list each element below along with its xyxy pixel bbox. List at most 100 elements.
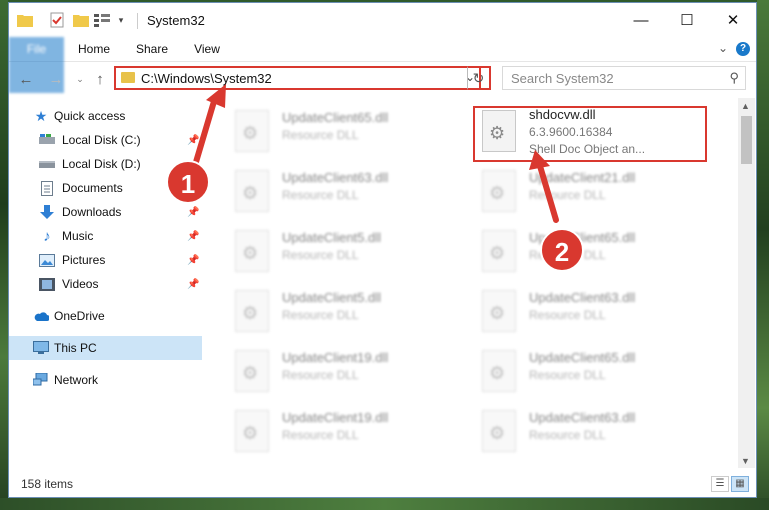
nav-item-label: Documents — [62, 181, 123, 195]
file-name: UpdateClient5.dll — [282, 290, 382, 305]
customize-toolbar-chevron-icon[interactable]: ▾ — [115, 12, 127, 28]
nav-item-label: Downloads — [62, 205, 122, 219]
file-name: UpdateClient19.dll — [282, 410, 389, 425]
nav-item-label: Quick access — [54, 109, 126, 123]
list-item[interactable]: ⚙ UpdateClient5.dll Resource DLL — [227, 224, 467, 280]
list-item[interactable]: ⚙ UpdateClient65.dll Resource DLL — [227, 104, 467, 160]
list-item[interactable]: ⚙ UpdateClient65.dll Resource DLL — [474, 344, 714, 400]
recent-locations-chevron-icon[interactable]: ⌄ — [69, 68, 91, 90]
file-type: Resource DLL — [282, 368, 359, 382]
help-icon[interactable]: ? — [736, 42, 750, 56]
scroll-up-arrow-icon[interactable]: ▲ — [741, 101, 750, 111]
nav-item-downloads[interactable]: Downloads 📌 — [9, 200, 202, 224]
nav-item-this-pc[interactable]: This PC — [9, 336, 202, 360]
dll-file-icon: ⚙ — [482, 350, 516, 392]
nav-item-label: This PC — [54, 341, 97, 355]
refresh-icon[interactable]: ↻ — [467, 66, 491, 90]
properties-icon[interactable] — [49, 12, 65, 28]
file-type: Resource DLL — [282, 428, 359, 442]
tab-view[interactable]: View — [184, 37, 230, 61]
address-bar[interactable]: C:\Windows\System32 ⌄ — [114, 66, 481, 90]
computer-icon — [33, 340, 49, 356]
status-bar: 158 items ☰ ▦ — [9, 471, 756, 497]
file-type: Resource DLL — [529, 368, 606, 382]
title-bar: ▾ System32 — ☐ ✕ — [9, 3, 756, 37]
forward-arrow-icon[interactable]: → — [45, 68, 67, 90]
downloads-icon — [39, 204, 55, 220]
file-type: Resource DLL — [282, 188, 359, 202]
tab-home[interactable]: Home — [69, 37, 119, 61]
pin-icon[interactable]: 📌 — [187, 135, 199, 146]
navigation-bar: ← → ⌄ ↑ C:\Windows\System32 ⌄ ↻ Search S… — [9, 62, 756, 96]
nav-item-label: Network — [54, 373, 99, 387]
large-icons-view-icon[interactable]: ▦ — [731, 476, 749, 492]
list-item[interactable]: ⚙ UpdateClient5.dll Resource DLL — [227, 284, 467, 340]
list-item[interactable]: ⚙ UpdateClient63.dll Resource DLL — [474, 404, 714, 460]
close-button[interactable]: ✕ — [710, 3, 756, 37]
music-icon: ♪ — [43, 227, 51, 245]
dll-file-icon: ⚙ — [482, 230, 516, 272]
search-placeholder: Search System32 — [511, 71, 614, 86]
expand-ribbon-chevron-icon[interactable]: ⌄ — [718, 41, 728, 55]
nav-item-quick-access[interactable]: ★ Quick access — [9, 104, 202, 128]
navigation-pane: ★ Quick access Local Disk (C:) 📌 Local D… — [9, 98, 202, 468]
back-arrow-icon[interactable]: ← — [15, 68, 37, 90]
drive-icon — [39, 132, 55, 148]
scroll-down-arrow-icon[interactable]: ▼ — [741, 456, 750, 466]
details-view-icon[interactable]: ☰ — [711, 476, 729, 492]
star-icon: ★ — [34, 107, 48, 124]
desktop-background-right — [757, 0, 769, 510]
file-explorer-window: ▾ System32 — ☐ ✕ File Home Share View ⌄ … — [8, 2, 757, 498]
network-icon — [33, 372, 49, 388]
cloud-icon — [33, 308, 49, 324]
new-folder-icon[interactable] — [73, 12, 89, 28]
desktop-background-left — [0, 0, 8, 510]
nav-item-onedrive[interactable]: OneDrive — [9, 304, 202, 328]
pin-icon[interactable]: 📌 — [187, 207, 199, 218]
nav-item-local-disk-c[interactable]: Local Disk (C:) 📌 — [9, 128, 202, 152]
view-options-icon[interactable] — [93, 12, 113, 28]
item-count: 158 items — [21, 477, 74, 491]
search-input[interactable]: Search System32 ⚲ — [502, 66, 746, 90]
nav-item-music[interactable]: ♪ Music 📌 — [9, 224, 202, 248]
file-name: UpdateClient63.dll — [282, 170, 389, 185]
documents-icon — [39, 180, 55, 196]
title-separator — [137, 13, 138, 29]
nav-item-pictures[interactable]: Pictures 📌 — [9, 248, 202, 272]
list-item[interactable]: ⚙ UpdateClient19.dll Resource DLL — [227, 344, 467, 400]
file-name: UpdateClient63.dll — [529, 290, 636, 305]
search-icon: ⚲ — [729, 70, 739, 85]
scrollbar-thumb[interactable] — [741, 116, 752, 164]
tab-share[interactable]: Share — [127, 37, 177, 61]
address-path[interactable]: C:\Windows\System32 — [141, 71, 272, 86]
nav-item-label: Local Disk (D:) — [62, 157, 141, 171]
list-item[interactable]: ⚙ UpdateClient65.dll Resource DLL — [474, 224, 714, 280]
up-arrow-icon[interactable]: ↑ — [89, 68, 111, 90]
pictures-icon — [39, 252, 55, 268]
folder-icon[interactable] — [17, 12, 33, 28]
list-item[interactable]: ⚙ UpdateClient19.dll Resource DLL — [227, 404, 467, 460]
list-item[interactable]: ⚙ UpdateClient63.dll Resource DLL — [227, 164, 467, 220]
dll-file-icon: ⚙ — [235, 170, 269, 212]
list-item[interactable]: ⚙ UpdateClient63.dll Resource DLL — [474, 284, 714, 340]
nav-item-label: OneDrive — [54, 309, 105, 323]
nav-item-label: Local Disk (C:) — [62, 133, 141, 147]
pin-icon[interactable]: 📌 — [187, 231, 199, 242]
maximize-button[interactable]: ☐ — [664, 3, 710, 37]
dll-file-icon: ⚙ — [482, 290, 516, 332]
nav-item-videos[interactable]: Videos 📌 — [9, 272, 202, 296]
pin-icon[interactable]: 📌 — [187, 255, 199, 266]
file-name: UpdateClient19.dll — [282, 350, 389, 365]
drive-icon — [39, 156, 55, 172]
minimize-button[interactable]: — — [618, 3, 664, 37]
dll-file-icon: ⚙ — [482, 410, 516, 452]
nav-item-label: Videos — [62, 277, 99, 291]
nav-item-network[interactable]: Network — [9, 368, 202, 392]
file-type: Resource DLL — [529, 188, 606, 202]
vertical-scrollbar[interactable]: ▲ ▼ — [738, 98, 755, 468]
list-item[interactable]: ⚙ UpdateClient21.dll Resource DLL — [474, 164, 714, 220]
pin-icon[interactable]: 📌 — [187, 279, 199, 290]
dll-file-icon: ⚙ — [235, 110, 269, 152]
file-highlight-box — [473, 106, 707, 162]
callout-1: 1 — [166, 160, 210, 204]
